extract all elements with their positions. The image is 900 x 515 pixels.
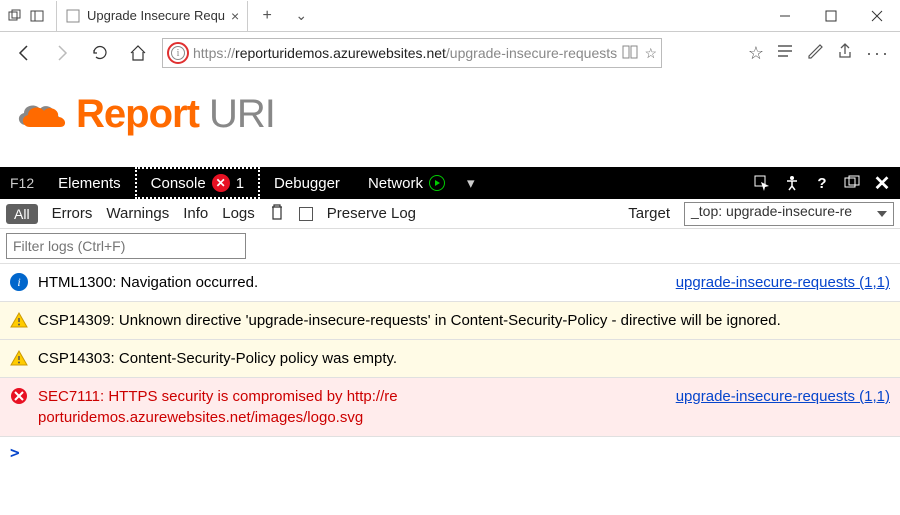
url-field[interactable]: i https://reporturidemos.azurewebsites.n… <box>162 38 662 68</box>
filter-row <box>0 229 900 263</box>
favorites-icon[interactable]: ☆ <box>748 43 764 64</box>
target-label: Target <box>628 205 670 222</box>
tab-debugger[interactable]: Debugger <box>260 167 354 199</box>
tab-console-label: Console <box>151 175 206 192</box>
more-icon[interactable]: ··· <box>866 43 890 64</box>
error-count: 1 <box>236 175 244 192</box>
message-text-cont: porturidemos.azurewebsites.net/images/lo… <box>38 407 890 428</box>
new-tab-button[interactable]: + <box>252 1 282 31</box>
notes-icon[interactable] <box>806 42 824 65</box>
chevron-down-icon[interactable]: ▾ <box>459 174 483 192</box>
message-link[interactable]: upgrade-insecure-requests (1,1) <box>676 272 890 293</box>
titlebar-left: Upgrade Insecure Requ × + ⌄ <box>0 1 316 31</box>
error-badge-icon: ✕ <box>212 174 230 192</box>
refresh-button[interactable] <box>86 39 114 67</box>
url-protocol: https:// <box>193 45 235 61</box>
help-icon[interactable]: ? <box>812 173 832 193</box>
error-icon <box>10 387 28 405</box>
tab-network[interactable]: Network <box>354 167 459 199</box>
filter-errors-button[interactable]: Errors <box>52 205 93 222</box>
tab-network-label: Network <box>368 175 423 192</box>
tab-favicon <box>65 8 81 24</box>
console-message: i HTML1300: Navigation occurred. upgrade… <box>0 263 900 301</box>
tab-title: Upgrade Insecure Requ <box>87 8 225 23</box>
console-toolbar: All Errors Warnings Info Logs Preserve L… <box>0 199 900 229</box>
devtools-tabbar: F12 Elements Console ✕ 1 Debugger Networ… <box>0 167 900 199</box>
preserve-log-checkbox[interactable] <box>299 205 313 222</box>
tab-elements[interactable]: Elements <box>44 167 135 199</box>
filter-warnings-button[interactable]: Warnings <box>106 205 169 222</box>
tab-console[interactable]: Console ✕ 1 <box>135 167 260 199</box>
logo-part2: URI <box>199 92 275 136</box>
f12-label: F12 <box>0 167 44 199</box>
preserve-log-label: Preserve Log <box>327 205 416 222</box>
browser-tab[interactable]: Upgrade Insecure Requ × <box>56 1 248 31</box>
forward-button[interactable] <box>48 39 76 67</box>
home-button[interactable] <box>124 39 152 67</box>
warning-icon <box>10 349 28 367</box>
console-message: CSP14303: Content-Security-Policy policy… <box>0 339 900 377</box>
url-host: reporturidemos.azurewebsites.net <box>235 45 446 61</box>
site-info-icon[interactable]: i <box>171 46 185 60</box>
message-link[interactable]: upgrade-insecure-requests (1,1) <box>676 386 890 407</box>
address-bar: i https://reporturidemos.azurewebsites.n… <box>0 32 900 74</box>
site-info-highlight: i <box>167 42 189 64</box>
tabs-aside-icon[interactable] <box>28 7 46 25</box>
console-message: SEC7111: HTTPS security is compromised b… <box>0 377 900 436</box>
filter-input[interactable] <box>6 233 246 259</box>
logo-part1: Report <box>76 92 199 136</box>
tab-chevron-icon[interactable]: ⌄ <box>286 1 316 31</box>
minimize-button[interactable] <box>762 0 808 32</box>
accessibility-icon[interactable] <box>782 173 802 193</box>
url-path: /upgrade-insecure-requests <box>446 45 617 61</box>
cloud-icon <box>12 97 68 133</box>
share-icon[interactable] <box>836 42 854 65</box>
maximize-button[interactable] <box>808 0 854 32</box>
message-text: CSP14309: Unknown directive 'upgrade-ins… <box>38 310 890 331</box>
window-controls <box>762 0 900 32</box>
clear-console-icon[interactable] <box>269 203 285 225</box>
reading-view-icon[interactable] <box>622 44 638 63</box>
page-content: Report URI <box>0 74 900 167</box>
select-element-icon[interactable] <box>752 173 772 193</box>
restore-left-icon[interactable] <box>6 7 24 25</box>
console-message: CSP14309: Unknown directive 'upgrade-ins… <box>0 301 900 339</box>
info-icon: i <box>10 273 28 291</box>
site-logo: Report URI <box>12 92 888 137</box>
url-text: https://reporturidemos.azurewebsites.net… <box>193 45 618 61</box>
logo-text: Report URI <box>76 92 275 137</box>
filter-logs-button[interactable]: Logs <box>222 205 255 222</box>
message-text: SEC7111: HTTPS security is compromised b… <box>38 386 398 407</box>
favorite-star-icon[interactable]: ☆ <box>644 45 657 62</box>
warning-icon <box>10 311 28 329</box>
network-play-icon <box>429 175 445 191</box>
reading-list-icon[interactable] <box>776 42 794 65</box>
message-text: HTML1300: Navigation occurred. <box>38 272 258 293</box>
filter-all-button[interactable]: All <box>6 204 38 224</box>
back-button[interactable] <box>10 39 38 67</box>
close-devtools-icon[interactable]: ✕ <box>872 173 892 193</box>
dock-icon[interactable] <box>842 173 862 193</box>
console-prompt[interactable]: > <box>0 436 900 468</box>
filter-info-button[interactable]: Info <box>183 205 208 222</box>
message-text: CSP14303: Content-Security-Policy policy… <box>38 348 890 369</box>
target-select[interactable]: _top: upgrade-insecure-re <box>684 202 894 226</box>
titlebar: Upgrade Insecure Requ × + ⌄ <box>0 0 900 32</box>
tab-close-icon[interactable]: × <box>231 8 239 24</box>
close-window-button[interactable] <box>854 0 900 32</box>
